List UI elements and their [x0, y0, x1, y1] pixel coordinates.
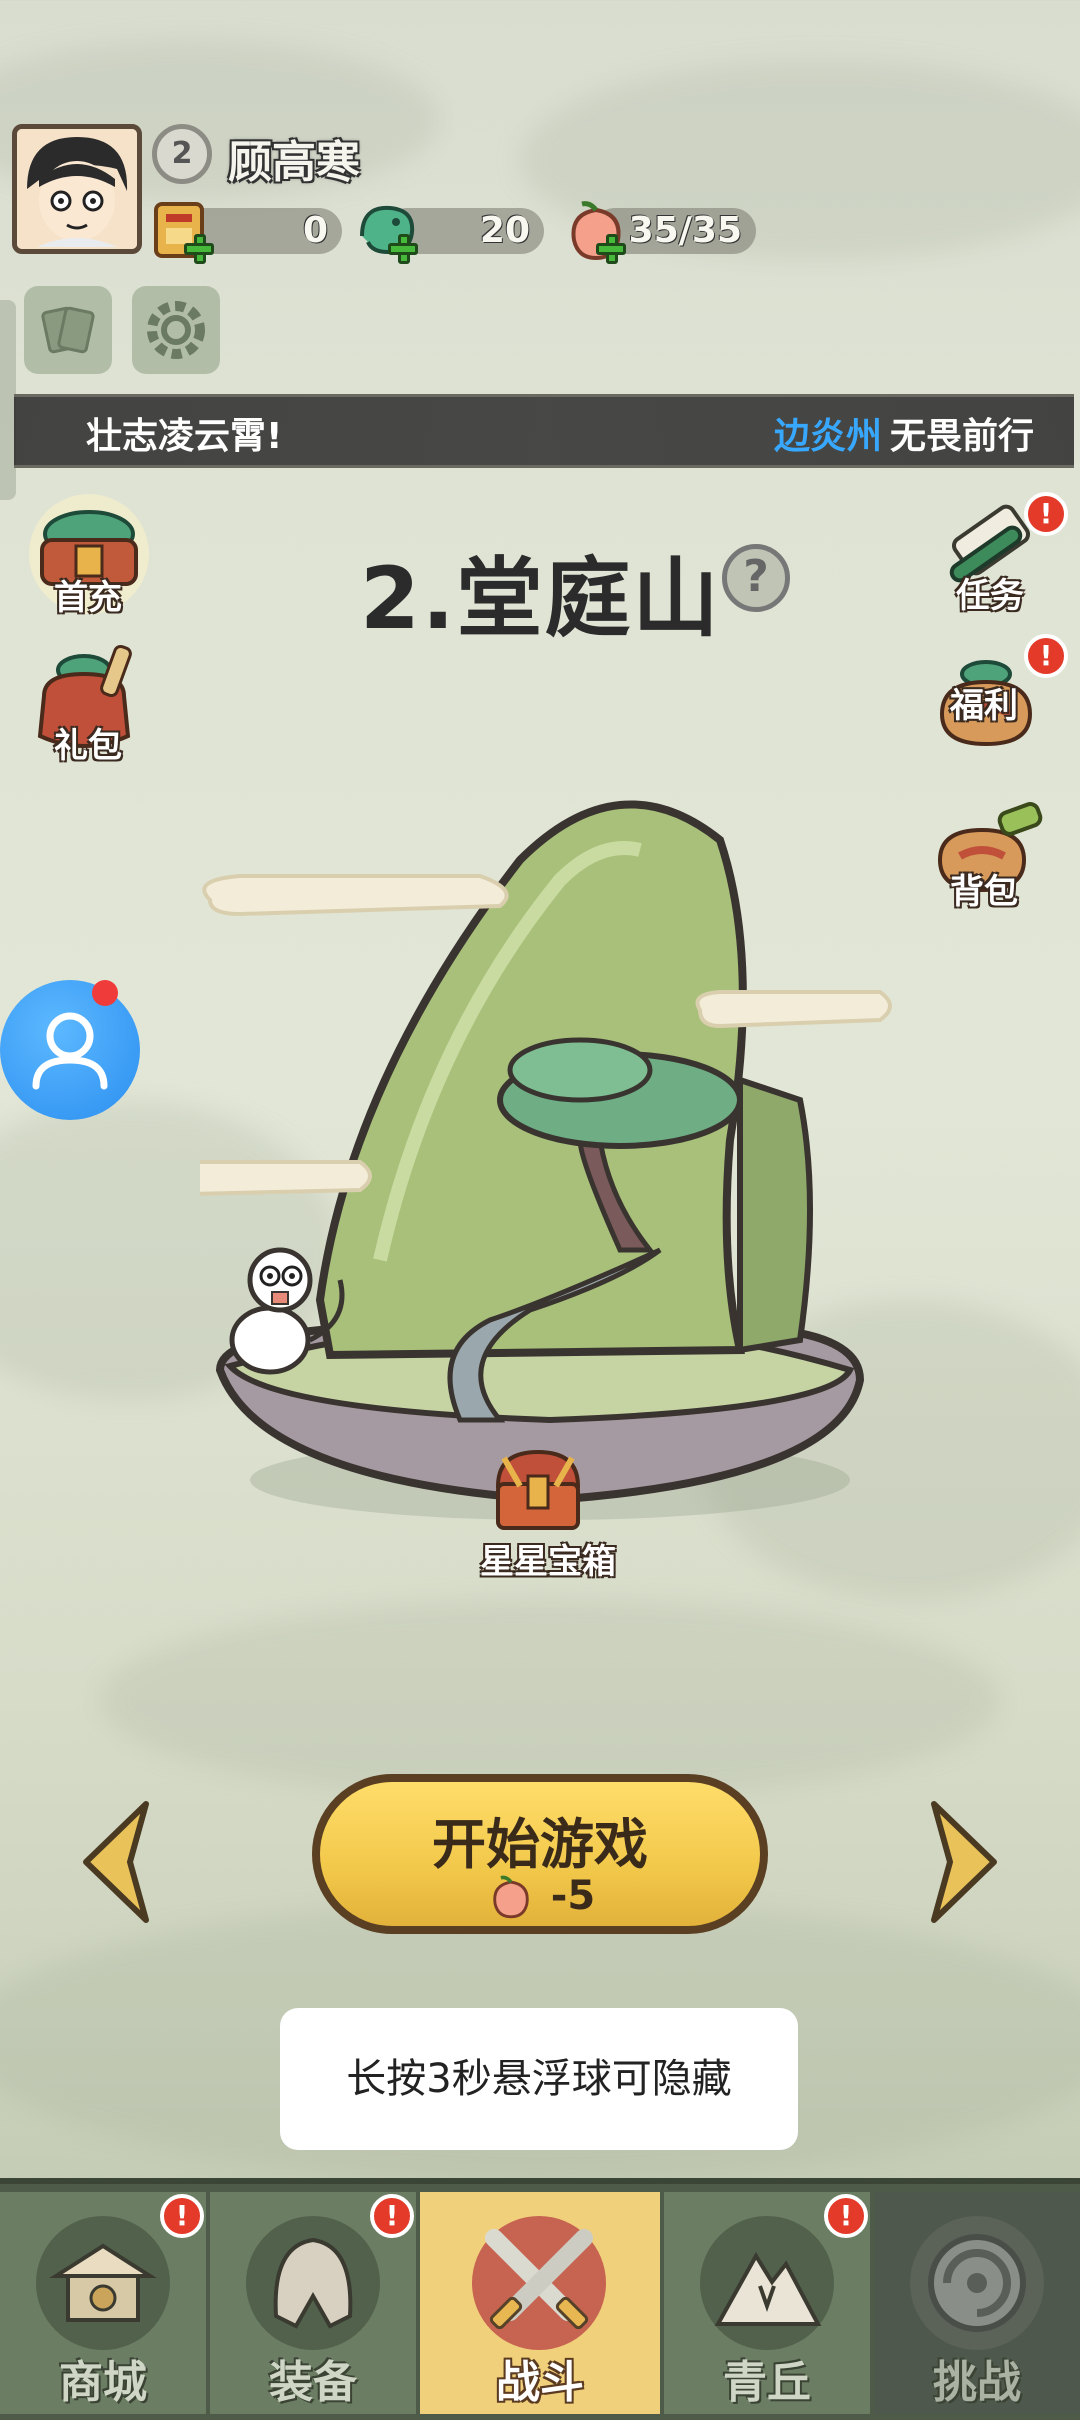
tab-equipment[interactable]: 装备 ! — [210, 2192, 416, 2414]
backpack-button[interactable]: 背包 — [926, 790, 1056, 920]
add-gold-icon[interactable] — [184, 234, 214, 264]
star-chest-icon — [495, 1449, 581, 1530]
vortex-icon — [910, 2216, 1044, 2350]
mountain-icon — [700, 2216, 834, 2350]
tab-shop[interactable]: 商城 ! — [0, 2192, 206, 2414]
stage-title: 2.堂庭山 — [360, 549, 721, 649]
peach-icon[interactable] — [560, 196, 632, 268]
jade-dragon-icon[interactable] — [352, 196, 424, 268]
quest-label: 任务 — [956, 576, 1024, 616]
add-peach-icon[interactable] — [596, 234, 626, 264]
banner-highlight-text: 边炎州 — [774, 416, 883, 457]
tab-shop-alert-icon: ! — [160, 2194, 204, 2238]
gift-pack-label: 礼包 — [54, 726, 122, 766]
chevron-left-icon — [83, 1801, 149, 1923]
quest-button[interactable]: 任务 ! — [926, 490, 1068, 620]
character-portrait-icon — [17, 129, 137, 249]
tab-qingqiu[interactable]: 青丘 ! — [664, 2192, 870, 2414]
star-chest-label: 星星宝箱 — [480, 1542, 616, 1582]
welfare-label: 福利 — [950, 686, 1018, 726]
help-icon[interactable]: ? — [722, 544, 790, 612]
tab-challenge[interactable]: 挑战 — [874, 2192, 1080, 2414]
helmet-icon — [246, 2216, 380, 2350]
backpack-label: 背包 — [950, 872, 1018, 912]
cards-icon — [41, 306, 95, 354]
first-recharge-label: 首充 — [54, 578, 122, 618]
add-jade-icon[interactable] — [388, 234, 418, 264]
tab-equipment-label: 装备 — [269, 2357, 357, 2408]
tab-battle[interactable]: 战斗 — [420, 2192, 660, 2414]
player-name: 顾高寒 — [228, 137, 360, 188]
shop-icon — [36, 2216, 170, 2350]
card-button[interactable] — [24, 286, 112, 374]
gift-pack-button[interactable]: 礼包 — [24, 636, 154, 766]
welfare-button[interactable]: 福利 ! — [926, 634, 1068, 770]
welfare-alert-icon: ! — [1024, 634, 1068, 678]
scrolling-banner: 壮志凌云霄! 边炎州 无畏前行 — [14, 394, 1074, 468]
settings-button[interactable] — [132, 286, 220, 374]
toast-message: 长按3秒悬浮球可隐藏 — [280, 2008, 798, 2150]
crossed-swords-icon — [472, 2216, 606, 2350]
tab-qingqiu-alert-icon: ! — [824, 2194, 868, 2238]
start-game-button[interactable]: 开始游戏 -5 — [312, 1774, 768, 1934]
first-recharge-button[interactable]: 首充 — [24, 494, 154, 624]
start-cost-value: -5 — [550, 1873, 596, 1919]
tab-qingqiu-label: 青丘 — [723, 2357, 811, 2408]
quest-alert-icon: ! — [1024, 492, 1068, 536]
banner-right-text: 无畏前行 — [890, 416, 1035, 457]
level-badge: 2 — [152, 124, 212, 184]
player-avatar[interactable] — [12, 124, 142, 254]
chevron-right-icon — [931, 1801, 997, 1923]
start-cost: -5 — [320, 1872, 760, 1924]
star-chest-button[interactable] — [488, 1446, 588, 1536]
user-icon — [32, 1012, 108, 1090]
tab-shop-label: 商城 — [59, 2357, 147, 2408]
banner-left-text: 壮志凌云霄! — [86, 416, 283, 457]
tab-equipment-alert-icon: ! — [370, 2194, 414, 2238]
previous-stage-button[interactable] — [76, 1798, 156, 1926]
notification-dot — [92, 980, 118, 1006]
floating-ball[interactable] — [0, 980, 140, 1120]
start-game-label: 开始游戏 — [432, 1813, 648, 1876]
gear-icon — [147, 301, 205, 359]
next-stage-button[interactable] — [924, 1798, 1004, 1926]
peach-icon — [493, 1875, 529, 1919]
tab-challenge-label: 挑战 — [933, 2357, 1021, 2408]
tab-battle-label: 战斗 — [496, 2357, 584, 2408]
gold-ticket-icon[interactable] — [148, 196, 220, 268]
